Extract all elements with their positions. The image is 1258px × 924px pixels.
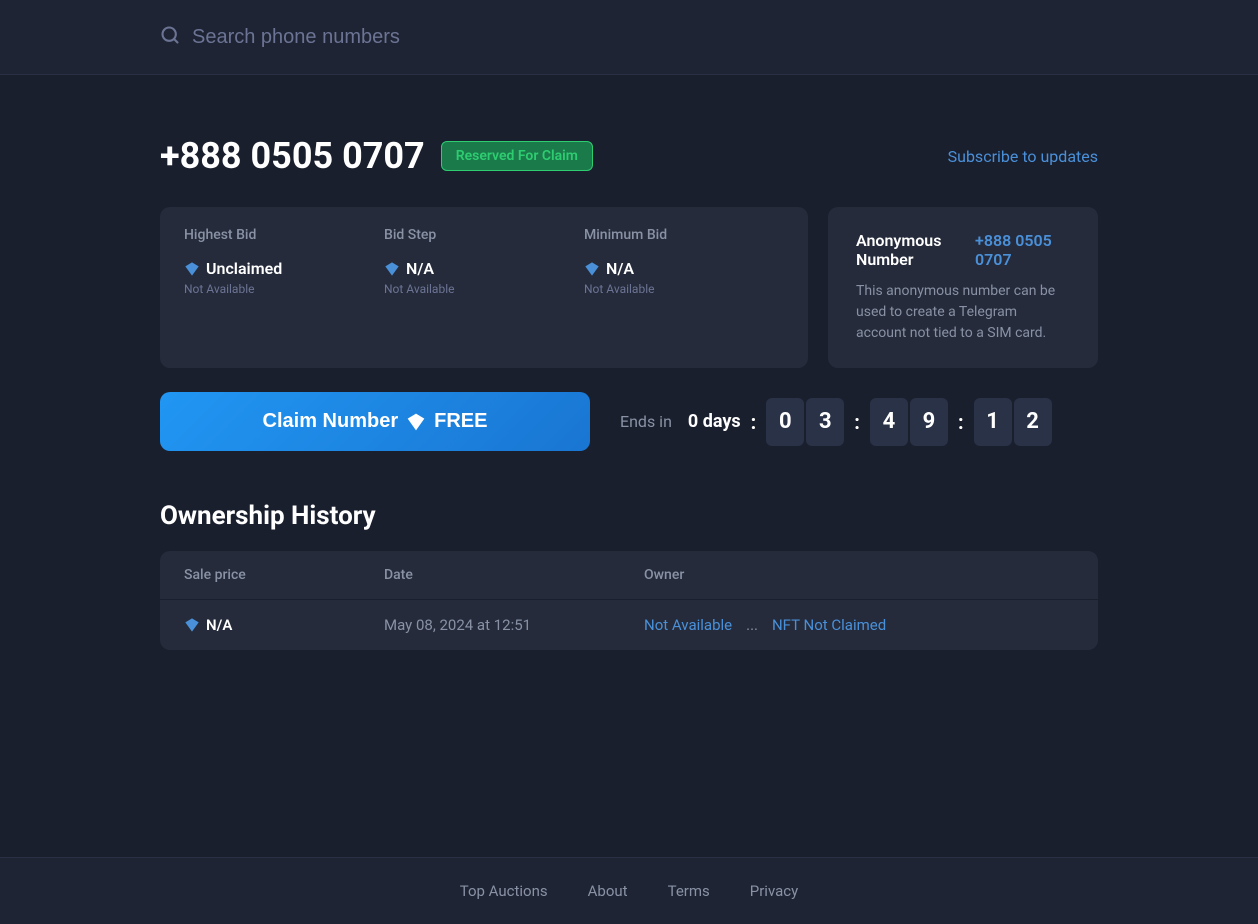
footer-link-privacy[interactable]: Privacy xyxy=(750,882,798,900)
ton-icon-claim xyxy=(406,412,426,432)
table-header-price: Sale price xyxy=(184,567,384,583)
bid-cell-step: N/A Not Available xyxy=(384,259,584,296)
search-input[interactable] xyxy=(192,26,1098,49)
table-header-owner: Owner xyxy=(644,567,1074,583)
header xyxy=(0,0,1258,75)
anon-number: +888 0505 0707 xyxy=(975,231,1070,269)
phone-number: +888 0505 0707 xyxy=(160,135,425,177)
digit-1: 3 xyxy=(806,398,844,446)
table-cell-owner: Not Available ... NFT Not Claimed xyxy=(644,616,1074,634)
footer-link-about[interactable]: About xyxy=(588,882,628,900)
colon-3: : xyxy=(958,410,964,434)
footer: Top Auctions About Terms Privacy xyxy=(0,857,1258,924)
claim-button[interactable]: Claim Number FREE xyxy=(160,392,590,451)
ton-icon-3 xyxy=(584,261,600,277)
table-cell-date: May 08, 2024 at 12:51 xyxy=(384,616,644,634)
anon-card: Anonymous Number +888 0505 0707 This ano… xyxy=(828,207,1098,368)
table-row: N/A May 08, 2024 at 12:51 Not Available … xyxy=(160,600,1098,650)
bid-section: Highest Bid Bid Step Minimum Bid xyxy=(160,207,1098,368)
digit-3: 9 xyxy=(910,398,948,446)
table-header-date: Date xyxy=(384,567,644,583)
digit-4: 1 xyxy=(974,398,1012,446)
bid-col-min: Minimum Bid xyxy=(584,227,784,243)
table-cell-price: N/A xyxy=(184,616,384,634)
countdown-digits-seconds: 1 2 xyxy=(974,398,1052,446)
countdown-section: Ends in 0 days : 0 3 : 4 9 : 1 2 xyxy=(620,398,1052,446)
phone-header-left: +888 0505 0707 Reserved For Claim xyxy=(160,135,593,177)
bid-value-highest: Unclaimed xyxy=(184,259,384,278)
colon-2: : xyxy=(854,410,860,434)
nft-not-claimed: NFT Not Claimed xyxy=(772,616,886,634)
main-content: +888 0505 0707 Reserved For Claim Subscr… xyxy=(0,75,1258,730)
bid-value-step: N/A xyxy=(384,259,584,278)
bid-value-min: N/A xyxy=(584,259,784,278)
reserved-badge: Reserved For Claim xyxy=(441,141,593,171)
owner-not-available[interactable]: Not Available xyxy=(644,616,732,634)
colon-1: : xyxy=(751,410,757,434)
bid-cell-highest: Unclaimed Not Available xyxy=(184,259,384,296)
bid-col-step: Bid Step xyxy=(384,227,584,243)
bid-sub-highest: Not Available xyxy=(184,282,384,296)
digit-2: 4 xyxy=(870,398,908,446)
ton-icon-1 xyxy=(184,261,200,277)
table-header: Sale price Date Owner xyxy=(160,551,1098,600)
action-section: Claim Number FREE Ends in 0 days : 0 3 :… xyxy=(160,392,1098,451)
bid-table-header: Highest Bid Bid Step Minimum Bid xyxy=(184,227,784,243)
countdown-days: 0 days xyxy=(688,411,741,432)
history-table: Sale price Date Owner N/A May 08, 202 xyxy=(160,551,1098,650)
countdown-digits-hours: 0 3 xyxy=(766,398,844,446)
ton-icon-2 xyxy=(384,261,400,277)
countdown-digits-minutes: 4 9 xyxy=(870,398,948,446)
anon-card-header: Anonymous Number +888 0505 0707 xyxy=(856,231,1070,269)
bid-cell-min: N/A Not Available xyxy=(584,259,784,296)
bid-table: Highest Bid Bid Step Minimum Bid xyxy=(160,207,808,368)
bid-sub-min: Not Available xyxy=(584,282,784,296)
bid-col-highest: Highest Bid xyxy=(184,227,384,243)
search-icon xyxy=(160,25,180,50)
claim-button-label: Claim Number xyxy=(263,410,399,433)
claim-button-suffix: FREE xyxy=(434,410,487,433)
footer-link-auctions[interactable]: Top Auctions xyxy=(460,882,548,900)
digit-5: 2 xyxy=(1014,398,1052,446)
phone-header: +888 0505 0707 Reserved For Claim Subscr… xyxy=(160,135,1098,177)
search-bar xyxy=(160,25,1098,50)
owner-ellipsis: ... xyxy=(746,616,758,634)
ownership-section: Ownership History Sale price Date Owner … xyxy=(160,501,1098,650)
digit-0: 0 xyxy=(766,398,804,446)
price-na: N/A xyxy=(206,616,232,634)
bid-sub-step: Not Available xyxy=(384,282,584,296)
subscribe-link[interactable]: Subscribe to updates xyxy=(948,147,1098,166)
anon-desc: This anonymous number can be used to cre… xyxy=(856,281,1070,344)
ends-in-label: Ends in xyxy=(620,412,672,431)
na-value: N/A xyxy=(184,616,384,634)
anon-title: Anonymous Number xyxy=(856,231,975,269)
bid-table-row: Unclaimed Not Available N/A Not Availabl… xyxy=(184,259,784,296)
footer-link-terms[interactable]: Terms xyxy=(668,882,710,900)
ton-icon-history xyxy=(184,617,200,633)
ownership-title: Ownership History xyxy=(160,501,1098,531)
